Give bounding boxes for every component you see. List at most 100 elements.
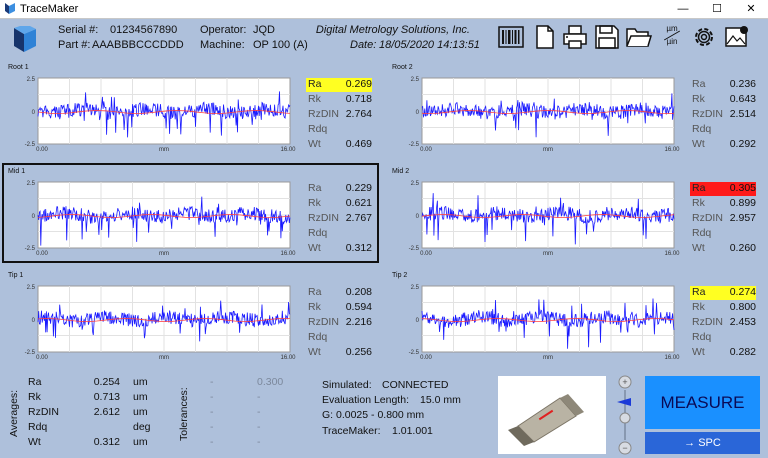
stat-label: Rk bbox=[692, 301, 705, 313]
profile-panel[interactable]: Tip 1 2.5 0 -2.5 0.00 mm 16.00 bbox=[8, 272, 298, 360]
stat-label: Rdq bbox=[692, 331, 712, 343]
profile-panel[interactable]: Root 2 2.5 0 -2.5 0.00 mm 16.00 bbox=[392, 64, 682, 152]
tol-low: - bbox=[210, 391, 214, 403]
stat-label: Wt bbox=[692, 346, 705, 358]
stat-row: Ra 0.305 bbox=[690, 182, 756, 196]
image-export-icon[interactable] bbox=[724, 24, 750, 50]
stat-label: Ra bbox=[692, 78, 706, 90]
stats-list: Ra 0.208 Rk 0.594 RzDIN 2.216 Rdq Wt 0.256 bbox=[306, 286, 372, 361]
close-button[interactable]: ✕ bbox=[734, 0, 768, 18]
stat-label: Ra bbox=[692, 286, 706, 298]
stat-row: Wt 0.260 bbox=[690, 242, 756, 256]
stat-row: Rk 0.594 bbox=[306, 301, 372, 315]
tol-high: - bbox=[257, 406, 261, 418]
x-unit-label: mm bbox=[159, 355, 169, 360]
profile-panel[interactable]: Mid 2 2.5 0 -2.5 0.00 mm 16.00 bbox=[392, 168, 682, 256]
units-icon[interactable]: µm µin bbox=[659, 24, 685, 50]
avg-value: 0.254 bbox=[93, 376, 120, 388]
date-value: 18/05/2020 14:13:51 bbox=[379, 39, 480, 51]
stat-value: 0.305 bbox=[729, 182, 756, 194]
zoom-slider[interactable]: + − bbox=[615, 374, 635, 456]
stat-row: Wt 0.292 bbox=[690, 138, 756, 152]
profile-panel[interactable]: Root 1 2.5 0 -2.5 0.00 mm 16.00 bbox=[8, 64, 298, 152]
stat-value: 0.229 bbox=[345, 182, 372, 194]
stat-label: Wt bbox=[692, 242, 705, 254]
tolerances-title: Tolerances: bbox=[178, 387, 190, 441]
new-document-icon[interactable] bbox=[532, 24, 558, 50]
y-max-label: 2.5 bbox=[27, 77, 36, 83]
stat-row: Wt 0.256 bbox=[306, 346, 372, 360]
settings-icon[interactable] bbox=[691, 24, 717, 50]
stat-row: Ra 0.229 bbox=[306, 182, 372, 196]
stat-label: Rk bbox=[308, 197, 321, 209]
profile-panel[interactable]: Tip 2 2.5 0 -2.5 0.00 mm 16.00 bbox=[392, 272, 682, 360]
stat-label: RzDIN bbox=[692, 212, 723, 224]
stat-row: RzDIN 2.764 bbox=[306, 108, 372, 122]
y-zero-label: 0 bbox=[32, 318, 36, 324]
stat-label: RzDIN bbox=[308, 316, 339, 328]
tol-high: 0.300 bbox=[257, 376, 284, 388]
y-zero-label: 0 bbox=[32, 110, 36, 116]
stat-label: RzDIN bbox=[692, 108, 723, 120]
tol-low: - bbox=[210, 406, 214, 418]
x-max-label: 16.00 bbox=[664, 355, 680, 360]
date-label: Date: bbox=[350, 39, 377, 51]
x-min-label: 0.00 bbox=[420, 251, 432, 256]
stat-value: 0.274 bbox=[729, 286, 756, 298]
logo-icon bbox=[14, 26, 36, 52]
eval-length-label: Evaluation Length: bbox=[322, 394, 409, 406]
barcode-icon[interactable] bbox=[498, 24, 524, 50]
stat-row: RzDIN 2.957 bbox=[690, 212, 756, 226]
stat-value: 0.643 bbox=[729, 93, 756, 105]
serial-label: Serial #: bbox=[58, 24, 99, 36]
stat-label: Rk bbox=[308, 301, 321, 313]
stat-label: Ra bbox=[308, 286, 322, 298]
stat-row: Rdq bbox=[690, 331, 756, 345]
stat-row: Rdq bbox=[306, 331, 372, 345]
company-name: Digital Metrology Solutions, Inc. bbox=[315, 24, 470, 36]
y-min-label: -2.5 bbox=[25, 350, 36, 356]
measure-button[interactable]: MEASURE bbox=[645, 376, 760, 429]
x-min-label: 0.00 bbox=[420, 355, 432, 360]
x-max-label: 16.00 bbox=[664, 251, 680, 256]
avg-unit: um bbox=[133, 436, 148, 448]
stat-label: Wt bbox=[308, 346, 321, 358]
stat-row: Wt 0.312 bbox=[306, 242, 372, 256]
y-min-label: -2.5 bbox=[409, 246, 420, 252]
tol-high: - bbox=[257, 421, 261, 433]
units-top-label: µm bbox=[666, 24, 678, 33]
save-icon[interactable] bbox=[594, 24, 620, 50]
stat-value: 0.269 bbox=[345, 78, 372, 90]
profile-plot: 2.5 0 -2.50.00 mm 16.00 bbox=[409, 181, 681, 256]
simulated-value: CONNECTED bbox=[382, 379, 449, 391]
simulated-label: Simulated: bbox=[322, 379, 372, 391]
profile-panel[interactable]: Mid 1 2.5 0 -2.5 0.00 mm 16.00 bbox=[8, 168, 298, 256]
part-label: Part #: bbox=[58, 39, 91, 51]
stat-value: 2.764 bbox=[345, 108, 372, 120]
y-max-label: 2.5 bbox=[27, 181, 36, 187]
y-min-label: -2.5 bbox=[25, 142, 36, 148]
x-min-label: 0.00 bbox=[36, 355, 48, 360]
avg-label: Rdq bbox=[28, 421, 48, 433]
minimize-button[interactable]: — bbox=[666, 0, 700, 18]
y-min-label: -2.5 bbox=[409, 142, 420, 148]
y-zero-label: 0 bbox=[32, 214, 36, 220]
printer-icon[interactable] bbox=[562, 24, 588, 50]
maximize-button[interactable]: ☐ bbox=[700, 0, 734, 18]
filter-value: 0.0025 - 0.800 mm bbox=[336, 409, 425, 421]
profile-plot: 2.5 0 -2.50.00 mm 16.00 bbox=[25, 285, 297, 360]
stat-value: 2.216 bbox=[345, 316, 372, 328]
stat-value: 0.312 bbox=[345, 242, 372, 254]
stat-row: Rk 0.899 bbox=[690, 197, 756, 211]
stat-label: RzDIN bbox=[308, 212, 339, 224]
spc-button[interactable]: → SPC bbox=[645, 432, 760, 454]
stat-value: 0.292 bbox=[729, 138, 756, 150]
stat-row: Wt 0.282 bbox=[690, 346, 756, 360]
x-max-label: 16.00 bbox=[664, 147, 680, 152]
stat-label: Rdq bbox=[308, 227, 328, 239]
stat-value: 0.800 bbox=[729, 301, 756, 313]
version-value: 1.01.001 bbox=[392, 425, 433, 437]
open-folder-icon[interactable] bbox=[626, 24, 652, 50]
tol-low: - bbox=[210, 376, 214, 388]
avg-label: Ra bbox=[28, 376, 42, 388]
